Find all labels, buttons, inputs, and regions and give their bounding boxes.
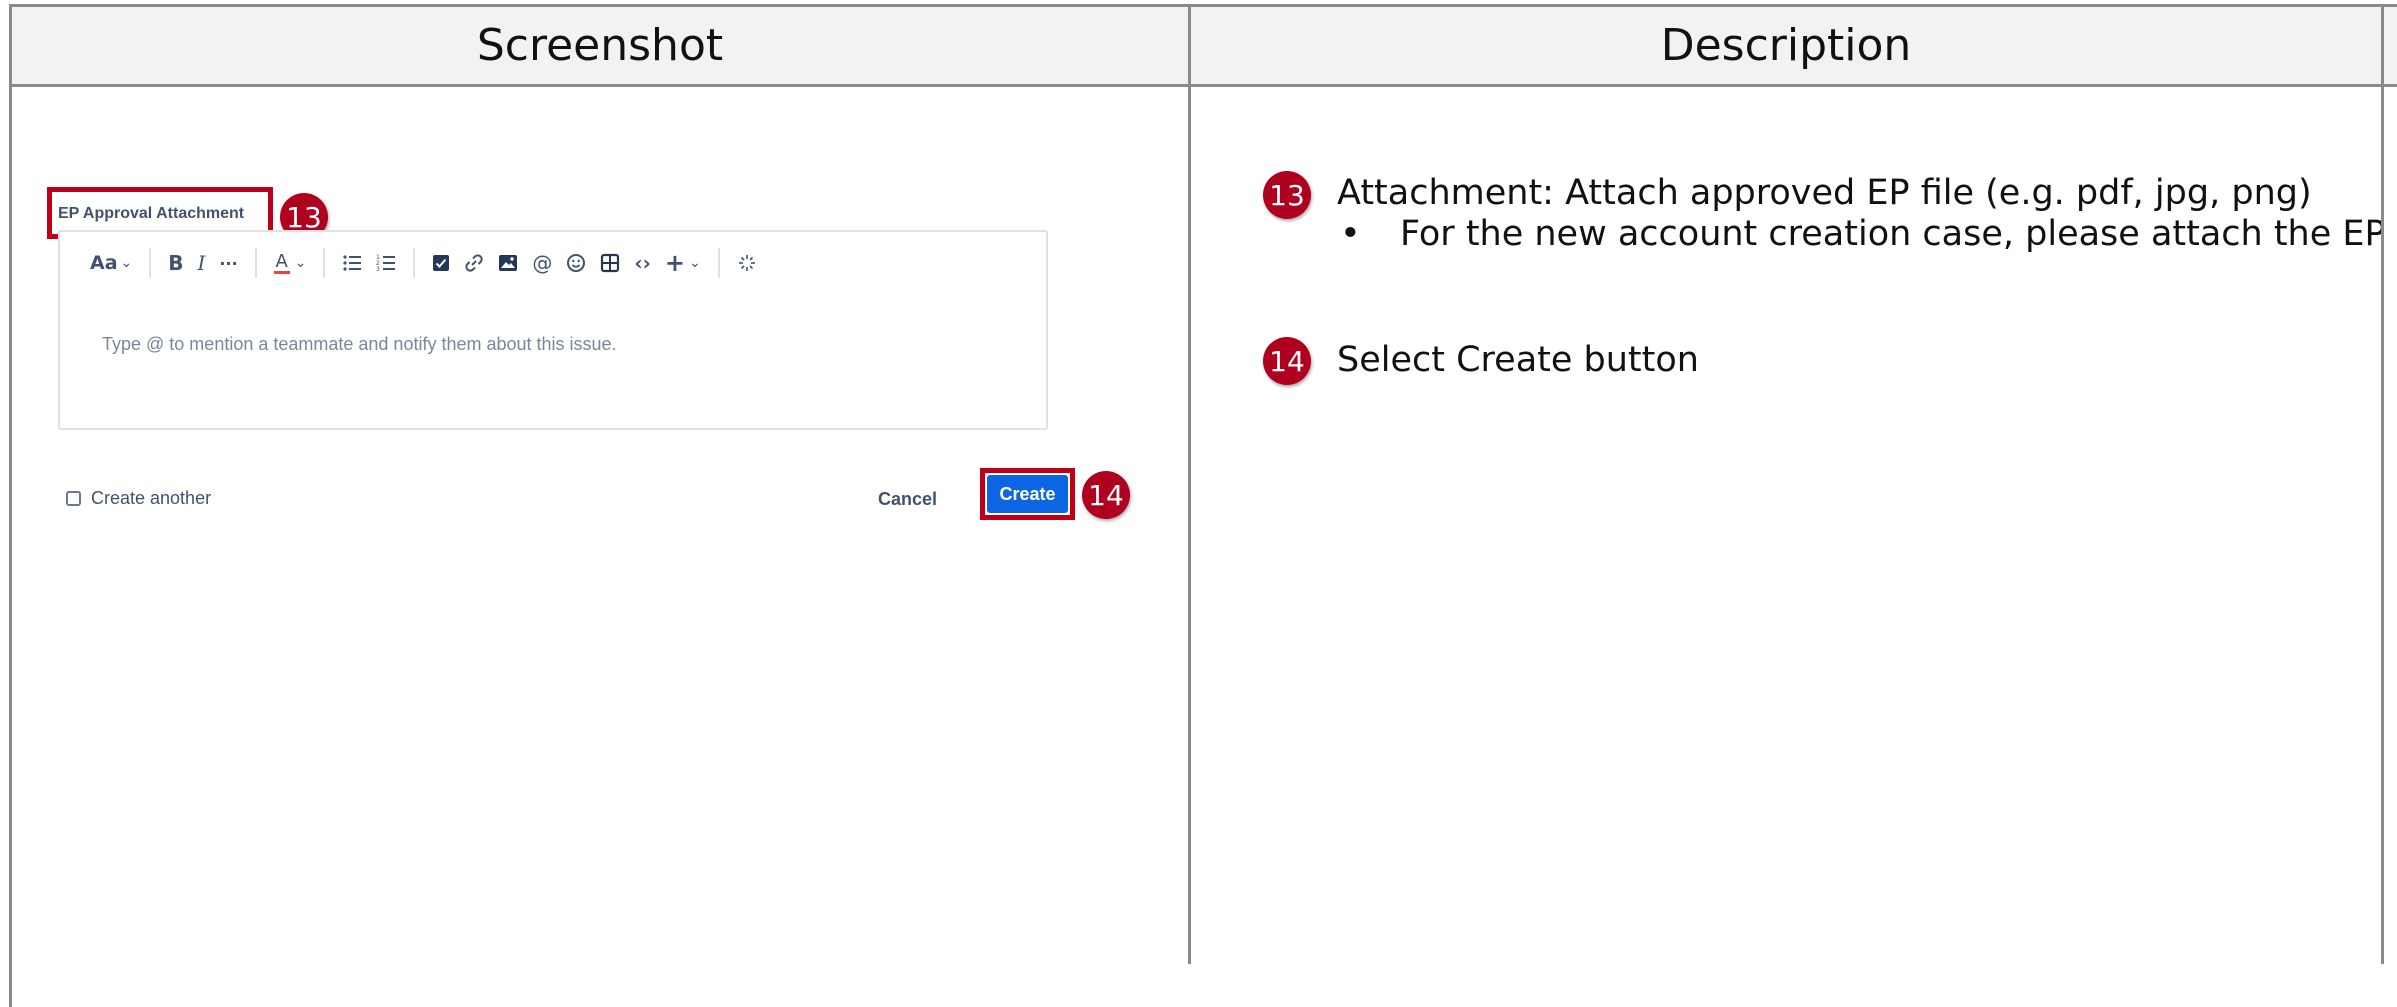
code-button[interactable]: ‹› [627,246,657,280]
text-color-letter: A [275,250,288,272]
description-step-13-bullet-text: For the new account creation case, pleas… [1400,214,2381,254]
bold-button[interactable]: B [161,246,190,280]
ai-assist-button[interactable] [730,246,764,280]
step-badge-14: 14 [1082,471,1130,519]
insert-more-dropdown[interactable]: + ⌄ [658,246,708,280]
text-color-swatch [273,270,290,274]
editor-placeholder: Type @ to mention a teammate and notify … [102,334,617,354]
description-step-13: Attachment: Attach approved EP file (e.g… [1337,173,2312,213]
image-icon [499,255,518,271]
create-another-checkbox[interactable] [66,491,81,506]
highlight-box-14 [980,468,1075,520]
sparkle-icon [738,255,755,271]
chevron-down-icon: ⌄ [294,255,307,271]
mention-button[interactable]: @ [525,246,559,280]
numbered-list-button[interactable]: 123 [369,246,403,280]
cancel-button[interactable]: Cancel [878,484,937,514]
bullet-symbol: • [1340,214,1361,254]
toolbar-separator [413,248,416,278]
emoji-icon [567,254,586,272]
toolbar-separator [149,248,152,278]
header-description: Description [1660,20,1912,71]
plus-icon: + [664,249,685,277]
text-style-dropdown[interactable]: Aa ⌄ [62,246,139,280]
image-button[interactable] [491,246,525,280]
column-divider-right [2381,4,2384,964]
italic-button[interactable]: I [191,246,213,280]
table-button[interactable] [593,246,627,280]
link-button[interactable] [457,246,491,280]
description-badge-14: 14 [1263,337,1311,385]
code-icon: ‹› [634,251,651,275]
description-step-13-bullet: • For the new account creation case, plea… [1340,214,2381,254]
at-icon: @ [532,251,553,275]
bullet-list-icon [343,255,362,271]
link-icon [465,254,484,272]
text-color-icon: A [273,250,290,274]
toolbar-separator [717,248,720,278]
table-icon [601,253,620,273]
bold-icon: B [168,251,184,275]
italic-icon: I [197,251,206,275]
chevron-down-icon: ⌄ [688,255,701,271]
editor-toolbar: Aa ⌄ B I ··· A ⌄ 123 @ ‹› + ⌄ [62,238,1042,288]
bullet-list-button[interactable] [335,246,369,280]
toolbar-separator [323,248,326,278]
action-item-button[interactable] [425,246,457,280]
more-icon: ··· [219,253,238,273]
toolbar-separator [254,248,257,278]
checkbox-icon [433,255,450,271]
description-panel: 13 Attachment: Attach approved EP file (… [1191,87,2381,957]
description-step-14: Select Create button [1337,340,1699,380]
description-badge-13: 13 [1263,171,1311,219]
create-another-option[interactable]: Create another [66,488,211,509]
chevron-down-icon: ⌄ [120,255,133,271]
more-formatting-button[interactable]: ··· [212,246,244,280]
emoji-button[interactable] [559,246,593,280]
text-style-label: Aa [90,252,118,274]
text-color-dropdown[interactable]: A ⌄ [267,246,314,280]
create-another-label: Create another [91,488,212,508]
header-screenshot: Screenshot [476,20,724,71]
svg-text:3: 3 [376,266,380,272]
numbered-list-icon: 123 [376,254,396,272]
